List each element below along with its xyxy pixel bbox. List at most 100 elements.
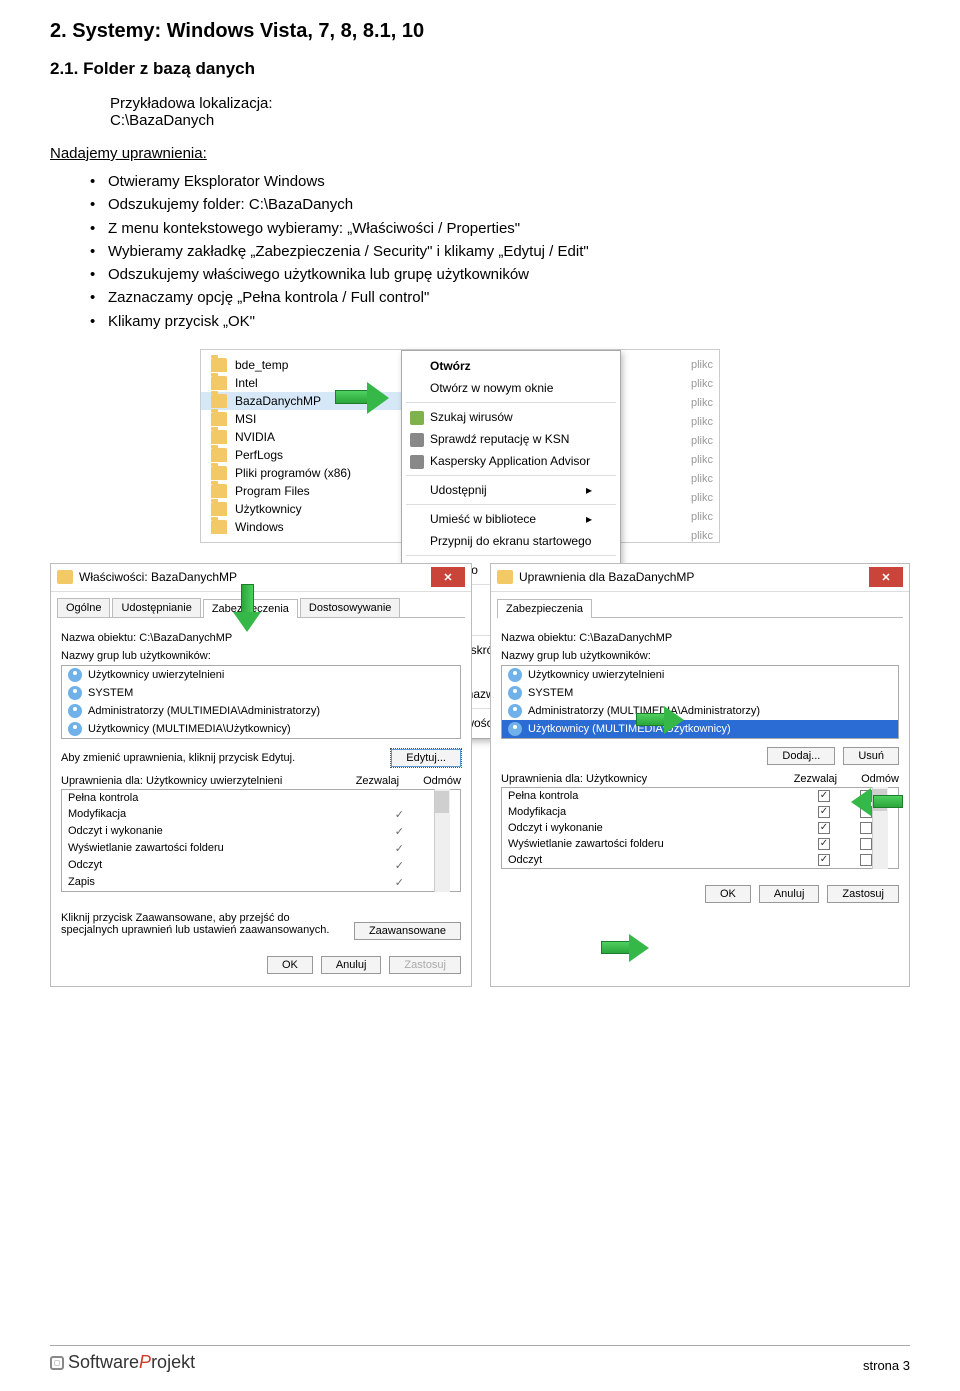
remove-button[interactable]: Usuń [843, 747, 899, 765]
app-icon [410, 455, 424, 469]
group-item[interactable]: Użytkownicy (MULTIMEDIA\Użytkownicy) [502, 720, 898, 738]
deny-header: Odmów [861, 773, 899, 785]
allow-tick: ✓ [395, 808, 404, 821]
folder-name: Program Files [235, 484, 310, 498]
folder-icon [211, 484, 227, 498]
deny-checkbox[interactable] [860, 854, 872, 866]
permission-row: Wyświetlanie zawartości folderu✓ [62, 840, 442, 857]
tab[interactable]: Ogólne [57, 598, 110, 617]
page-footer: SoftwareProjekt strona 3 [50, 1345, 910, 1373]
deny-header: Odmów [423, 775, 461, 787]
user-icon [68, 722, 82, 736]
close-button[interactable]: ✕ [431, 567, 465, 587]
folder-name: PerfLogs [235, 448, 283, 462]
folder-row[interactable]: Program Files [201, 482, 401, 500]
cancel-button[interactable]: Anuluj [321, 956, 382, 974]
group-item[interactable]: SYSTEM [502, 684, 898, 702]
scrollbar-thumb[interactable] [435, 791, 449, 813]
instruction-item: Z menu kontekstowego wybieramy: „Właściw… [90, 217, 910, 240]
allow-checkbox[interactable] [818, 806, 830, 818]
folder-row[interactable]: Użytkownicy [201, 500, 401, 518]
permissions-table: Pełna kontrolaModyfikacjaOdczyt i wykona… [501, 787, 899, 869]
folder-icon [57, 570, 73, 584]
context-menu-item[interactable]: Szukaj wirusów [402, 406, 620, 428]
close-button[interactable]: ✕ [869, 567, 903, 587]
permissions-table: Pełna kontrolaModyfikacja✓Odczyt i wykon… [61, 789, 461, 892]
permission-row: Modyfikacja✓ [62, 806, 442, 823]
logo: SoftwareProjekt [50, 1352, 195, 1373]
ok-button[interactable]: OK [267, 956, 313, 974]
folder-name: BazaDanychMP [235, 394, 321, 408]
folder-row[interactable]: NVIDIA [201, 428, 401, 446]
deny-checkbox[interactable] [860, 838, 872, 850]
folder-name: Pliki programów (x86) [235, 466, 351, 480]
context-menu-item[interactable]: Udostępnij▸ [402, 479, 620, 501]
perm-for-label: Uprawnienia dla: Użytkownicy uwierzyteln… [61, 775, 282, 787]
arrow-icon [233, 584, 261, 636]
edit-button[interactable]: Edytuj... [391, 749, 461, 767]
group-item[interactable]: Administratorzy (MULTIMEDIA\Administrato… [502, 702, 898, 720]
allow-checkbox[interactable] [818, 838, 830, 850]
folder-row[interactable]: Pliki programów (x86) [201, 464, 401, 482]
instruction-item: Klikamy przycisk „OK" [90, 310, 910, 333]
folder-row[interactable]: PerfLogs [201, 446, 401, 464]
perm-for-label: Uprawnienia dla: Użytkownicy [501, 773, 647, 785]
group-item[interactable]: Użytkownicy (MULTIMEDIA\Użytkownicy) [62, 720, 460, 738]
groups-listbox[interactable]: Użytkownicy uwierzytelnieniSYSTEMAdminis… [501, 665, 899, 739]
permissions-heading: Nadajemy uprawnienia: [50, 145, 910, 162]
permission-row: Wyświetlanie zawartości folderu [502, 836, 880, 852]
page-number: strona 3 [863, 1358, 910, 1373]
tab[interactable]: Udostępnianie [112, 598, 200, 617]
allow-tick: ✓ [395, 825, 404, 838]
folder-icon [497, 570, 513, 584]
groups-listbox[interactable]: Użytkownicy uwierzytelnieniSYSTEMAdminis… [61, 665, 461, 739]
tab[interactable]: Zabezpieczenia [497, 599, 592, 618]
logo-icon [50, 1356, 64, 1370]
context-menu-item[interactable]: Otwórz [402, 355, 620, 377]
ok-button[interactable]: OK [705, 885, 751, 903]
folder-name: Windows [235, 520, 284, 534]
permission-row: Zapis✓ [62, 874, 442, 891]
apply-button[interactable]: Zastosuj [827, 885, 899, 903]
add-button[interactable]: Dodaj... [767, 747, 835, 765]
properties-dialog: Właściwości: BazaDanychMP ✕ OgólneUdostę… [50, 563, 472, 987]
folder-name: Intel [235, 376, 258, 390]
groups-label: Nazwy grup lub użytkowników: [61, 650, 461, 662]
context-menu-item[interactable]: Otwórz w nowym oknie [402, 377, 620, 399]
allow-checkbox[interactable] [818, 790, 830, 802]
allow-checkbox[interactable] [818, 822, 830, 834]
group-item[interactable]: Administratorzy (MULTIMEDIA\Administrato… [62, 702, 460, 720]
example-location-label: Przykładowa lokalizacja: [110, 95, 910, 112]
context-menu-item[interactable]: Sprawdź reputację w KSN [402, 428, 620, 450]
context-menu-item[interactable]: Umieść w bibliotece▸ [402, 508, 620, 530]
folder-row[interactable]: bde_temp [201, 356, 401, 374]
folder-icon [211, 412, 227, 426]
advanced-button[interactable]: Zaawansowane [354, 922, 461, 940]
instruction-item: Zaznaczamy opcję „Pełna kontrola / Full … [90, 286, 910, 309]
arrow-icon [335, 382, 391, 412]
folder-icon [211, 520, 227, 534]
group-item[interactable]: Użytkownicy uwierzytelnieni [62, 666, 460, 684]
user-icon [508, 686, 522, 700]
permissions-dialog: Uprawnienia dla BazaDanychMP ✕ Zabezpiec… [490, 563, 910, 987]
folder-icon [211, 394, 227, 408]
app-icon [410, 411, 424, 425]
apply-button[interactable]: Zastosuj [389, 956, 461, 974]
app-icon [410, 433, 424, 447]
allow-tick: ✓ [395, 876, 404, 889]
folder-icon [211, 430, 227, 444]
folder-icon [211, 448, 227, 462]
subsection-heading: 2.1. Folder z bazą danych [50, 59, 910, 79]
permission-row: Odczyt i wykonanie [502, 820, 880, 836]
tab[interactable]: Dostosowywanie [300, 598, 401, 617]
folder-row[interactable]: Windows [201, 518, 401, 536]
allow-checkbox[interactable] [818, 854, 830, 866]
user-icon [508, 704, 522, 718]
deny-checkbox[interactable] [860, 822, 872, 834]
folder-icon [211, 502, 227, 516]
cancel-button[interactable]: Anuluj [759, 885, 820, 903]
group-item[interactable]: Użytkownicy uwierzytelnieni [502, 666, 898, 684]
context-menu-item[interactable]: Przypnij do ekranu startowego [402, 530, 620, 552]
context-menu-item[interactable]: Kaspersky Application Advisor [402, 450, 620, 472]
group-item[interactable]: SYSTEM [62, 684, 460, 702]
